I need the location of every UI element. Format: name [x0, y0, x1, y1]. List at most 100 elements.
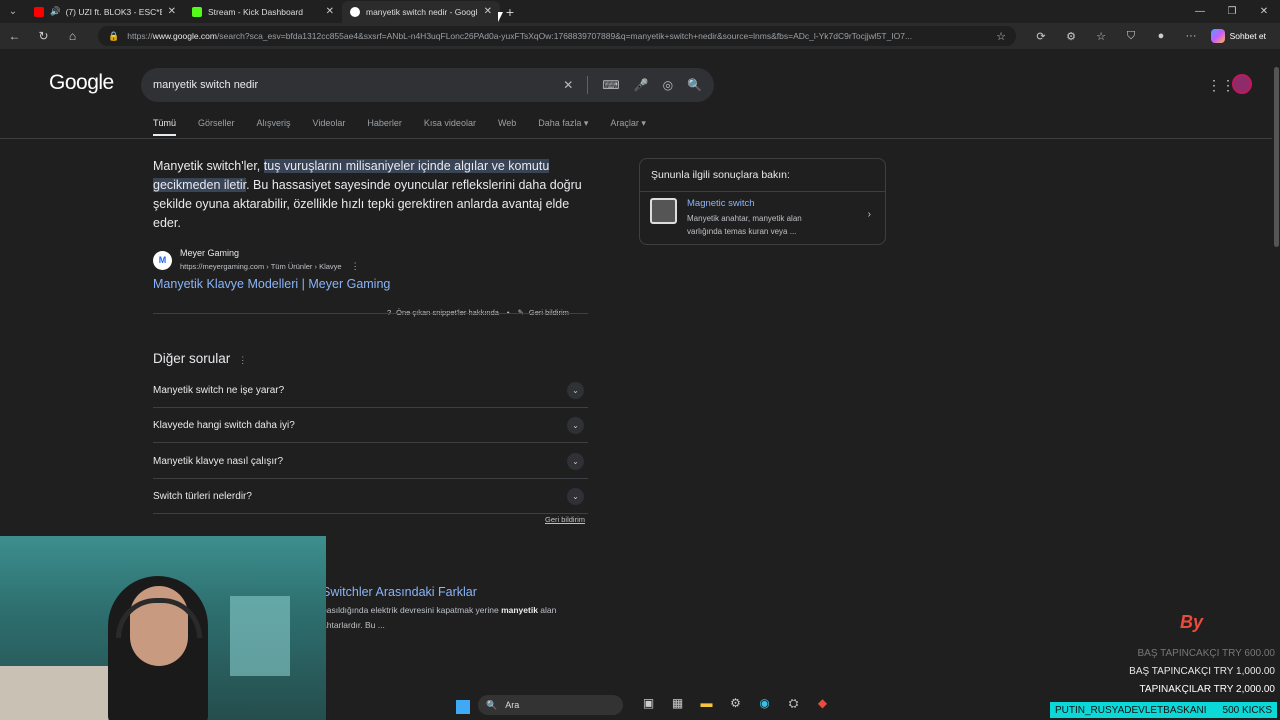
more-icon[interactable]: ··· — [1176, 30, 1206, 42]
nav-divider — [0, 138, 1272, 139]
search-icon[interactable]: 🔍 — [687, 78, 702, 92]
result-link[interactable]: Manyetik Klavye Modelleri | Meyer Gaming — [153, 277, 390, 291]
home-icon[interactable]: ⌂ — [58, 29, 87, 43]
new-tab-button[interactable]: + — [500, 4, 520, 20]
taskbar-apps: ▣ ▦ ▬ ⚙ ◉ ⛭ ◆ — [634, 696, 837, 711]
settings-icon[interactable]: ⚙ — [721, 696, 750, 711]
url-prefix: https:// — [127, 31, 153, 41]
edge-icon[interactable]: ◉ — [750, 696, 779, 711]
toolbar: ← ↻ ⌂ 🔒 https://www.google.com/search?sc… — [0, 23, 1280, 49]
profile-icon[interactable]: ● — [1146, 30, 1176, 42]
close-icon[interactable]: ✕ — [168, 6, 176, 17]
question-text: Manyetik switch ne işe yarar? — [153, 384, 285, 396]
close-icon[interactable]: ✕ — [484, 6, 492, 17]
search-nav-tabs: Tümü Görseller Alışveriş Videolar Haberl… — [153, 118, 668, 136]
more-options-icon[interactable]: ⋮ — [238, 355, 247, 365]
chevron-down-icon[interactable]: ⌄ — [567, 452, 584, 470]
google-icon — [350, 6, 360, 17]
divider — [153, 313, 588, 314]
chat-button[interactable]: Sohbet et — [1205, 26, 1272, 46]
lens-icon[interactable]: ◎ — [663, 78, 673, 92]
tab-tools[interactable]: Araçlar ▾ — [610, 118, 646, 136]
minimize-icon[interactable]: — — [1184, 0, 1216, 23]
chevron-right-icon[interactable]: › — [868, 209, 871, 220]
kick-username: PUTIN_RUSYADEVLETBASKANI — [1054, 704, 1207, 716]
chevron-down-icon[interactable]: ⌄ — [567, 381, 584, 399]
more-options-icon[interactable]: ⋮ — [351, 261, 360, 271]
store-icon[interactable]: ▦ — [663, 696, 692, 711]
tab-actions-menu[interactable]: ⌄ — [0, 0, 26, 23]
avatar[interactable] — [1232, 74, 1252, 94]
tab-more[interactable]: Daha fazla ▾ — [538, 118, 588, 136]
tab-shopping[interactable]: Alışveriş — [257, 118, 291, 136]
people-also-ask-title: Diğer sorular ⋮ — [153, 351, 247, 366]
tab-web[interactable]: Web — [498, 118, 516, 136]
paa-question[interactable]: Klavyede hangi switch daha iyi? ⌄ — [153, 408, 588, 443]
google-logo[interactable]: Google — [49, 71, 114, 95]
source-name: Meyer Gaming — [180, 248, 240, 258]
tab-videos[interactable]: Videolar — [313, 118, 346, 136]
related-item-title[interactable]: Magnetic switch — [687, 198, 837, 209]
extension-icon[interactable]: ⚙ — [1056, 30, 1086, 43]
close-icon[interactable]: ✕ — [326, 6, 334, 17]
favorites-icon[interactable]: ☆ — [1086, 30, 1116, 43]
tab-images[interactable]: Görseller — [198, 118, 235, 136]
url-path: /search?sca_esv=bfda1312cc855ae4&sxsrf=A… — [217, 31, 913, 41]
related-item-desc: Manyetik anahtar, manyetik alan varlığın… — [687, 214, 802, 236]
paa-question[interactable]: Manyetik klavye nasıl çalışır? ⌄ — [153, 444, 588, 479]
tab-short-videos[interactable]: Kısa videolar — [424, 118, 476, 136]
result-link[interactable]: Switchler Arasındaki Farklar — [322, 585, 477, 599]
keyboard-icon[interactable]: ⌨ — [602, 78, 619, 92]
related-item[interactable]: Magnetic switch Manyetik anahtar, manyet… — [650, 198, 837, 238]
tab-all[interactable]: Tümü — [153, 118, 177, 136]
steam-icon[interactable]: ⛭ — [779, 696, 808, 711]
task-view-icon[interactable]: ▣ — [634, 696, 663, 711]
window-controls: — ❐ ✕ — [1184, 0, 1280, 23]
star-icon[interactable]: ☆ — [996, 30, 1006, 43]
tab-kick-dashboard[interactable]: Stream - Kick Dashboard ✕ — [184, 1, 342, 23]
back-icon[interactable]: ← — [0, 29, 29, 43]
folder-icon[interactable]: ▬ — [692, 696, 721, 711]
question-text: Manyetik klavye nasıl çalışır? — [153, 455, 284, 467]
close-window-icon[interactable]: ✕ — [1248, 0, 1280, 23]
tab-google-search[interactable]: manyetik switch nedir - Google'd ✕ — [342, 0, 500, 23]
copilot-icon — [1210, 29, 1225, 43]
reload-icon[interactable]: ↻ — [29, 29, 58, 43]
search-input[interactable]: manyetik switch nedir — [153, 79, 258, 91]
donation-entry: BAŞ TAPINCAKÇI TRY 1,000.00 — [1129, 666, 1275, 677]
lock-icon[interactable]: 🔒 — [108, 31, 119, 42]
taskbar-search[interactable]: 🔍 Ara — [478, 695, 623, 715]
donation-entry: BAŞ TAPINCAKÇI TRY 600.00 — [1137, 648, 1275, 659]
paa-question[interactable]: Switch türleri nelerdir? ⌄ — [153, 479, 588, 514]
address-bar[interactable]: 🔒 https://www.google.com/search?sca_esv=… — [98, 26, 1016, 46]
paa-question[interactable]: Manyetik switch ne işe yarar? ⌄ — [153, 373, 588, 408]
mouse-cursor — [498, 12, 503, 22]
chevron-down-icon[interactable]: ⌄ — [567, 416, 584, 434]
scrollbar-thumb[interactable] — [1274, 67, 1279, 247]
paa-feedback-link[interactable]: Geri bildirim — [545, 515, 585, 524]
snippet-bold: manyetik — [501, 605, 538, 615]
tab-title: manyetik switch nedir - Google'd — [366, 6, 478, 17]
mic-icon[interactable]: 🎤 — [634, 78, 649, 92]
shield-icon[interactable]: ⛉ — [1116, 30, 1146, 43]
snippet-source[interactable]: M Meyer Gaming https://meyergaming.com ›… — [153, 248, 360, 272]
scrollbar[interactable] — [1272, 49, 1280, 697]
app-icon[interactable]: ◆ — [808, 696, 837, 711]
search-icon: 🔍 — [486, 699, 498, 710]
background-bed — [0, 666, 110, 720]
stream-logo: By — [1180, 612, 1204, 632]
speaker-icon[interactable]: 🔊 — [50, 6, 61, 17]
search-box[interactable]: manyetik switch nedir ✕ ⌨ 🎤 ◎ 🔍 — [141, 68, 714, 102]
tab-youtube[interactable]: 🔊 (7) UZI ft. BLOK3 - ESC*BAR ✕ — [26, 1, 184, 23]
refresh-extension-icon[interactable]: ⟳ — [1026, 30, 1056, 43]
featured-snippet: Manyetik switch'ler, tuş vuruşlarını mil… — [153, 157, 593, 233]
clear-icon[interactable]: ✕ — [563, 78, 573, 92]
windows-start-icon[interactable] — [456, 700, 470, 714]
snippet-text: Manyetik switch'ler, — [153, 159, 264, 173]
paa-heading: Diğer sorular — [153, 351, 231, 366]
tab-news[interactable]: Haberler — [367, 118, 402, 136]
restore-icon[interactable]: ❐ — [1216, 0, 1248, 23]
tab-title: (7) UZI ft. BLOK3 - ESC*BAR — [65, 6, 162, 17]
meyer-gaming-icon: M — [153, 250, 172, 270]
chevron-down-icon[interactable]: ⌄ — [567, 487, 584, 505]
